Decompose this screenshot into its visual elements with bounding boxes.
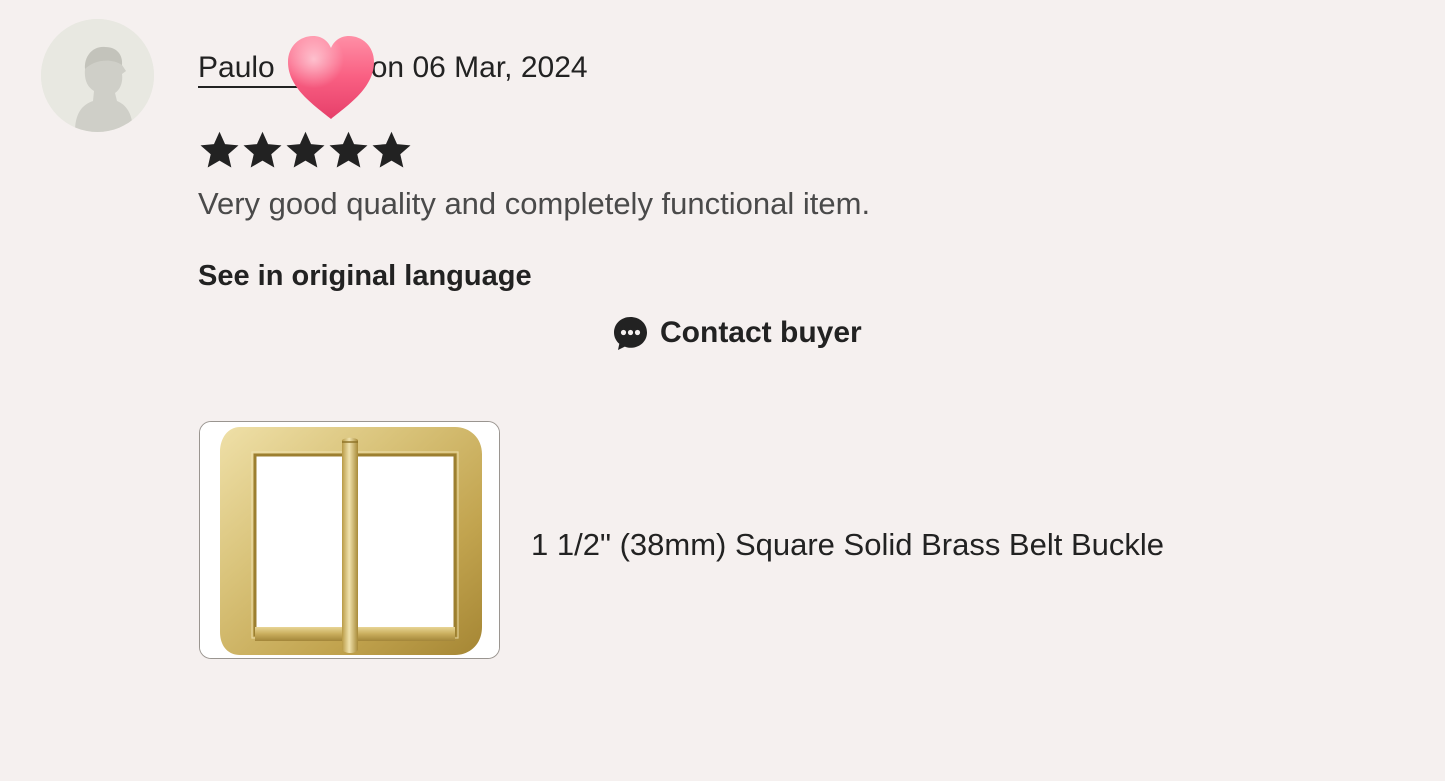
review-byline: Paulo on 06 Mar, 2024 bbox=[198, 48, 588, 88]
avatar bbox=[41, 19, 154, 132]
product-thumbnail[interactable] bbox=[199, 421, 500, 659]
belt-buckle-image bbox=[200, 422, 499, 658]
reviewer-name: Paulo bbox=[198, 51, 275, 84]
review-text: Very good quality and completely functio… bbox=[198, 186, 871, 221]
star-icon bbox=[200, 131, 239, 168]
contact-buyer-label: Contact buyer bbox=[660, 316, 862, 349]
contact-buyer-button[interactable]: Contact buyer bbox=[612, 313, 862, 353]
chat-bubble-icon bbox=[614, 316, 647, 350]
star-icon bbox=[372, 131, 411, 168]
star-icon bbox=[243, 131, 282, 168]
see-original-language-button[interactable]: See in original language bbox=[198, 257, 532, 295]
avatar-silhouette-icon bbox=[41, 19, 154, 132]
product-title-link[interactable]: 1 1/2" (38mm) Square Solid Brass Belt Bu… bbox=[531, 525, 1164, 565]
star-rating bbox=[198, 126, 413, 176]
heart-icon bbox=[288, 36, 374, 119]
review-date: on 06 Mar, 2024 bbox=[370, 51, 588, 84]
star-icon bbox=[329, 131, 368, 168]
star-icon bbox=[286, 131, 325, 168]
